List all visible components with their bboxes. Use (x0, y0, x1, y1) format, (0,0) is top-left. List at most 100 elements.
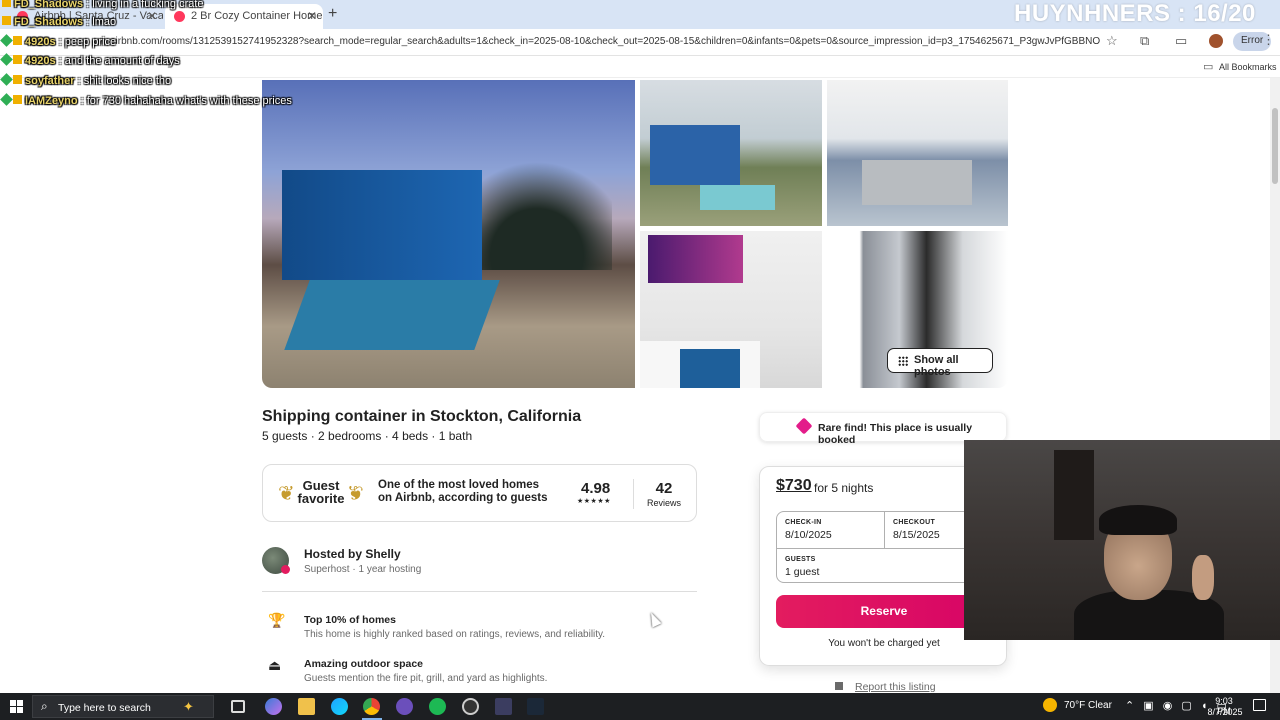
clock-date[interactable]: 8/7/2025 (1204, 707, 1246, 717)
all-bookmarks-button[interactable]: All Bookmarks (1219, 62, 1277, 72)
feature-subtitle: Guests mention the fire pit, grill, and … (304, 673, 548, 684)
feature-subtitle: This home is highly ranked based on rati… (304, 629, 606, 640)
taskbar-search-box[interactable]: ⌕ Type here to search ✦ (32, 695, 214, 718)
task-view-icon[interactable] (231, 700, 245, 713)
divider (262, 591, 697, 592)
sub-badge-icon (13, 55, 22, 64)
grid-icon (898, 356, 908, 366)
main-photo[interactable] (262, 80, 635, 388)
stars-icon: ★★★★★ (577, 498, 611, 505)
stream-scoreboard: HUYNHNERS : 16/20 (1014, 0, 1256, 27)
mod-badge-icon (0, 34, 13, 47)
chat-message: 4920s : and the amount of days (0, 53, 180, 67)
extensions-icon[interactable]: ⧉ (1140, 33, 1149, 49)
taskbar-search-placeholder[interactable]: Type here to search (58, 702, 151, 714)
scrollbar-thumb[interactable] (1272, 108, 1278, 184)
steam-icon[interactable] (527, 698, 544, 715)
url-text[interactable]: airbnb.com/rooms/1312539152741952328?sea… (110, 36, 1100, 47)
feature-title: Top 10% of homes (304, 614, 396, 626)
windows-start-icon[interactable] (10, 700, 23, 713)
listing-title: Shipping container in Stockton, Californ… (262, 408, 582, 425)
profile-avatar[interactable] (1209, 34, 1223, 48)
chrome-icon[interactable] (363, 698, 380, 715)
spotify-icon[interactable] (429, 698, 446, 715)
total-price[interactable]: $730 (776, 477, 812, 495)
chat-username: FD_Shadows (14, 0, 84, 10)
sub-badge-icon (13, 75, 22, 84)
tab-label: 2 Br Cozy Container Home w/ P (191, 10, 323, 22)
feature-title: Amazing outdoor space (304, 658, 424, 670)
host-subtitle: Superhost · 1 year hosting (304, 564, 422, 575)
chat-username: 4920s (25, 36, 56, 48)
chat-username: FD_Shadows (14, 16, 84, 28)
obs-icon[interactable] (396, 698, 413, 715)
photo-bedroom[interactable] (640, 231, 822, 388)
file-explorer-icon[interactable] (298, 698, 315, 715)
bookmark-star-icon[interactable]: ☆ (1106, 33, 1118, 49)
container-shape (650, 125, 740, 185)
checkout-label: CHECKOUT (893, 519, 936, 526)
checkin-field[interactable]: 8/10/2025 (785, 529, 832, 541)
guests-field[interactable]: 1 guest (785, 566, 819, 578)
menu-kebab-icon[interactable]: ⋮ (1262, 32, 1275, 48)
chat-username: soyfather (25, 75, 75, 87)
mod-badge-icon (0, 73, 13, 86)
laurel-left-icon: ❦ (278, 483, 295, 505)
chat-username: 4920s (25, 55, 56, 67)
streamer-hair (1099, 505, 1177, 535)
folder-icon: ▭ (1203, 61, 1214, 73)
copilot-icon[interactable] (265, 698, 282, 715)
chat-text: lmao (92, 16, 117, 28)
chat-text: shit looks nice tho (83, 75, 172, 87)
date-guest-picker[interactable]: CHECK-IN 8/10/2025 CHECKOUT 8/15/2025 GU… (776, 511, 992, 583)
divider (884, 512, 885, 548)
laurel-right-icon: ❦ (347, 483, 364, 505)
notification-icon[interactable] (1253, 699, 1266, 711)
sub-badge-icon (13, 95, 22, 104)
weather-text[interactable]: 70°F Clear (1064, 700, 1112, 711)
guest-favorite-label: Guest favorite (297, 478, 345, 506)
edge-icon[interactable] (331, 698, 348, 715)
streamer-hand (1192, 555, 1214, 600)
divider (777, 548, 991, 549)
reserve-button[interactable]: Reserve (776, 595, 992, 628)
divider (633, 479, 634, 509)
app-icon[interactable] (495, 698, 512, 715)
chat-text: for 730 hahahaha what's with these price… (86, 95, 292, 107)
rating-value: 4.98 (581, 480, 611, 497)
tv-shape (648, 235, 743, 283)
reviews-count[interactable]: 42 (653, 480, 675, 497)
show-all-photos-button[interactable]: Show all photos (887, 348, 993, 378)
new-tab-button[interactable]: + (328, 5, 337, 23)
close-tab-icon[interactable]: ✕ (307, 9, 317, 23)
rare-find-banner: Rare find! This place is usually booked (759, 412, 1007, 446)
search-highlight-icon: ✦ (183, 699, 194, 714)
photo-exterior[interactable] (640, 80, 822, 226)
bench-shape (284, 280, 500, 350)
chat-username: IAMZeyno (25, 95, 78, 107)
sub-badge-icon (13, 36, 22, 45)
cast-icon[interactable]: ▭ (1175, 33, 1187, 49)
superhost-badge-icon (281, 565, 290, 574)
report-listing-link[interactable]: Report this listing (855, 681, 936, 693)
photo-kitchen-sink[interactable] (827, 80, 1008, 226)
chat-message: FD_Shadows : living in a fucking crate (2, 0, 204, 10)
windows-taskbar: ⌕ Type here to search ✦ 70°F Clear ⌃ ▣ ◉… (0, 693, 1280, 720)
sub-badge-icon (2, 16, 11, 25)
guests-label: GUESTS (785, 556, 816, 563)
webcam-overlay (964, 440, 1280, 640)
diamond-icon (795, 417, 813, 435)
bookmarks-bar: ▭ All Bookmarks (0, 56, 1280, 78)
close-tab-icon[interactable]: ✕ (147, 9, 157, 23)
blanket-shape (680, 349, 740, 388)
reviews-label[interactable]: Reviews (647, 498, 681, 508)
price-nights: for 5 nights (814, 481, 874, 495)
chat-message: IAMZeyno : for 730 hahahaha what's with … (0, 93, 292, 107)
mouse-cursor-icon (646, 610, 662, 628)
guest-favorite-card[interactable]: ❦ Guest favorite ❦ One of the most loved… (262, 464, 697, 522)
address-bar[interactable]: airbnb.com/rooms/1312539152741952328?sea… (0, 29, 1280, 56)
background-door (1054, 450, 1094, 540)
mod-badge-icon (0, 93, 13, 106)
checkout-field[interactable]: 8/15/2025 (893, 529, 940, 541)
app-icon[interactable] (462, 698, 479, 715)
